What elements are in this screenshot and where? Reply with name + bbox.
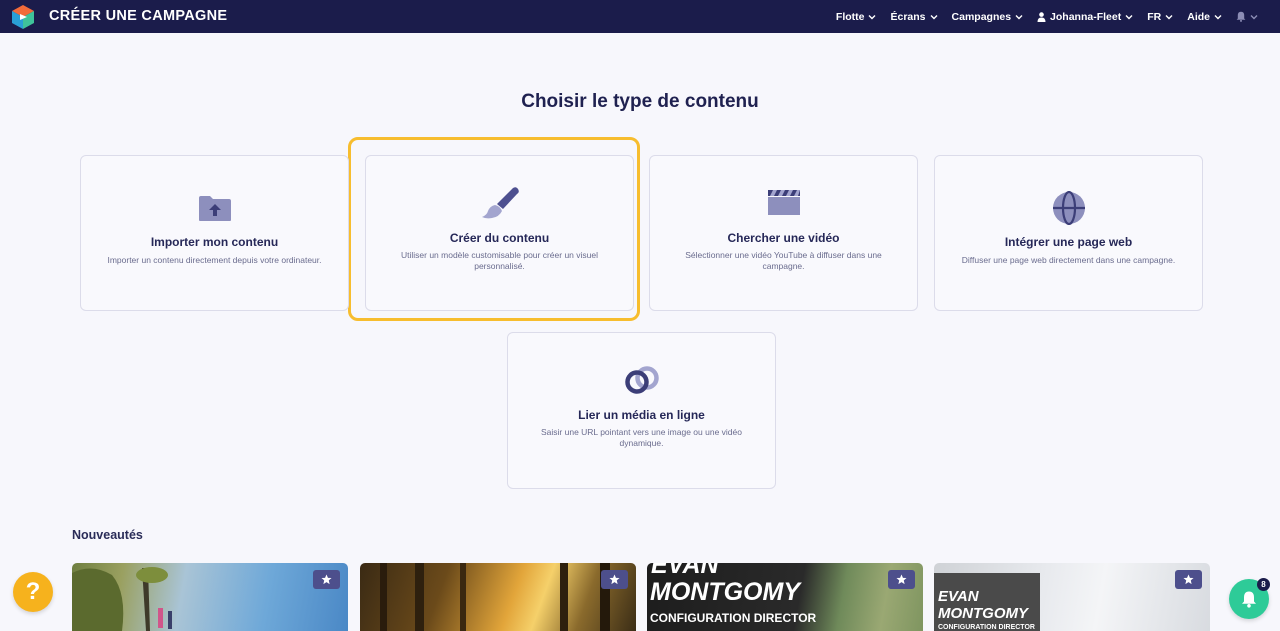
main-nav: Flotte Écrans Campagnes Johanna-Fleet FR… bbox=[836, 0, 1258, 33]
nav-campagnes[interactable]: Campagnes bbox=[952, 11, 1024, 23]
thumbnail-job-title: CONFIGURATION DIRECTOR bbox=[650, 611, 817, 625]
star-icon bbox=[609, 574, 620, 585]
option-description: Diffuser une page web directement dans u… bbox=[961, 255, 1176, 265]
template-thumbnail-evan-montgomy-winter[interactable]: EVAN MONTGOMY CONFIGURATION DIRECTOR bbox=[934, 563, 1210, 631]
option-card-video[interactable]: Chercher une vidéo Sélectionner une vidé… bbox=[649, 155, 918, 311]
favorite-star-button[interactable] bbox=[601, 570, 628, 589]
bell-icon bbox=[1242, 591, 1256, 608]
favorite-star-button[interactable] bbox=[1175, 570, 1202, 589]
help-button[interactable]: ? bbox=[13, 572, 53, 612]
chevron-down-icon bbox=[1015, 14, 1023, 19]
option-title: Importer mon contenu bbox=[150, 235, 279, 249]
star-icon bbox=[1183, 574, 1194, 585]
nav-campagnes-label: Campagnes bbox=[951, 10, 1012, 23]
nav-aide[interactable]: Aide bbox=[1187, 11, 1222, 23]
chevron-down-icon bbox=[1125, 14, 1133, 19]
option-card-import[interactable]: Importer mon contenu Importer un contenu… bbox=[80, 155, 349, 311]
link-icon bbox=[624, 366, 659, 394]
thumbnail-name-line2: MONTGOMY bbox=[650, 578, 800, 606]
option-card-create[interactable]: Créer du contenu Utiliser un modèle cust… bbox=[365, 155, 634, 311]
chevron-down-icon bbox=[868, 14, 876, 19]
thumbnail-name-line2: MONTGOMY bbox=[938, 605, 1028, 622]
option-title: Chercher une vidéo bbox=[727, 231, 840, 245]
option-card-online-media[interactable]: Lier un média en ligne Saisir une URL po… bbox=[507, 332, 776, 489]
thumbnail-name-line1: EVAN bbox=[938, 588, 979, 605]
nav-language-label: FR bbox=[1147, 10, 1162, 23]
waterfall-image bbox=[72, 567, 172, 631]
nav-ecrans[interactable]: Écrans bbox=[890, 10, 938, 23]
nav-aide-label: Aide bbox=[1187, 10, 1210, 23]
nav-user[interactable]: Johanna-Fleet bbox=[1037, 11, 1133, 23]
nav-notifications[interactable] bbox=[1236, 11, 1258, 22]
nav-ecrans-label: Écrans bbox=[890, 10, 926, 23]
bell-icon bbox=[1236, 11, 1246, 22]
option-description: Utiliser un modèle customisable pour cré… bbox=[400, 250, 598, 271]
top-bar: CRÉER UNE CAMPAGNE Flotte Écrans Campagn… bbox=[0, 0, 1280, 33]
news-section-title: Nouveautés bbox=[72, 528, 143, 542]
content-type-heading: Choisir le type de contenu bbox=[521, 91, 759, 112]
forest-image bbox=[380, 563, 610, 631]
nav-flotte-label: Flotte bbox=[835, 10, 865, 23]
chevron-down-icon bbox=[1214, 14, 1222, 19]
notification-count-badge: 8 bbox=[1257, 578, 1270, 591]
option-description: Saisir une URL pointant vers une image o… bbox=[541, 427, 742, 448]
star-icon bbox=[896, 574, 907, 585]
option-title: Créer du contenu bbox=[449, 231, 550, 245]
option-description: Sélectionner une vidéo YouTube à diffuse… bbox=[685, 250, 882, 271]
app-logo-icon[interactable] bbox=[10, 4, 36, 30]
user-icon bbox=[1037, 11, 1046, 22]
chevron-down-icon bbox=[1165, 14, 1173, 19]
option-description: Importer un contenu directement depuis v… bbox=[107, 255, 322, 265]
paint-brush-icon bbox=[481, 187, 519, 219]
star-icon bbox=[321, 574, 332, 585]
template-thumbnail-waterfall[interactable] bbox=[72, 563, 348, 631]
page-title-header: CRÉER UNE CAMPAGNE bbox=[49, 8, 228, 24]
folder-upload-icon bbox=[198, 196, 231, 221]
template-thumbnail-forest[interactable] bbox=[360, 563, 636, 631]
chevron-down-icon bbox=[1250, 14, 1258, 19]
template-thumbnail-evan-montgomy[interactable]: EVAN MONTGOMY CONFIGURATION DIRECTOR bbox=[647, 563, 923, 631]
option-card-webpage[interactable]: Intégrer une page web Diffuser une page … bbox=[934, 155, 1203, 311]
clapperboard-icon bbox=[767, 190, 800, 215]
nav-language[interactable]: FR bbox=[1147, 11, 1173, 23]
favorite-star-button[interactable] bbox=[313, 570, 340, 589]
thumbnail-job-title: CONFIGURATION DIRECTOR bbox=[938, 624, 1035, 631]
globe-icon bbox=[1052, 191, 1085, 225]
option-title: Lier un média en ligne bbox=[578, 408, 705, 422]
nav-flotte[interactable]: Flotte bbox=[836, 11, 877, 23]
nav-user-label: Johanna-Fleet bbox=[1050, 10, 1122, 23]
option-title: Intégrer une page web bbox=[1004, 235, 1133, 249]
favorite-star-button[interactable] bbox=[888, 570, 915, 589]
chevron-down-icon bbox=[930, 14, 938, 19]
